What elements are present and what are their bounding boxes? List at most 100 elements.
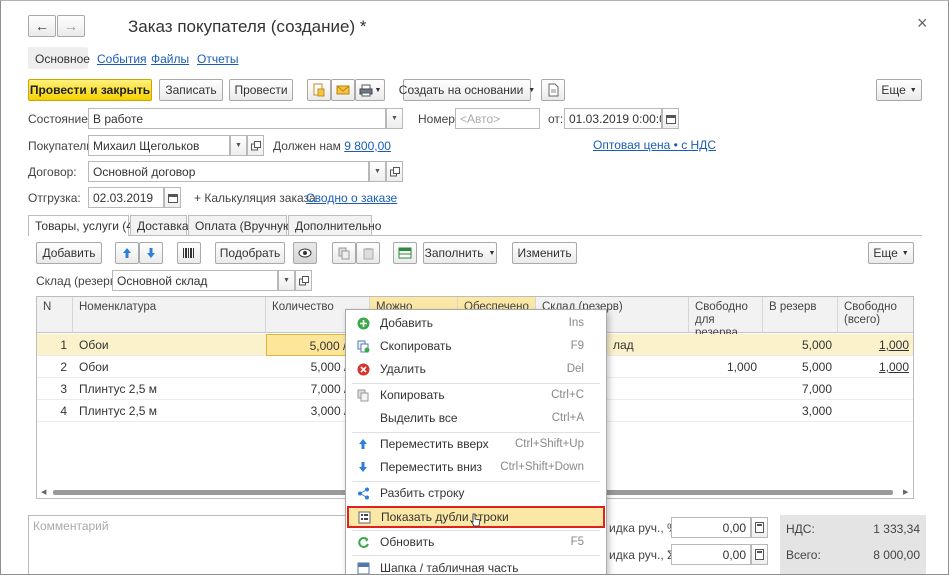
discount-pct-calc-button[interactable] [751, 517, 768, 538]
more-button[interactable]: Еще ▼ [876, 79, 922, 101]
comment-field[interactable]: Комментарий [28, 515, 348, 574]
page-title: Заказ покупателя (создание) * [128, 17, 367, 36]
post-button[interactable]: Провести [229, 79, 293, 101]
add-row-button[interactable]: Добавить [36, 242, 102, 264]
copy-rows-button[interactable] [332, 242, 356, 264]
warehouse-field[interactable]: Основной склад [112, 270, 278, 291]
tab-delivery[interactable]: Доставка [130, 215, 189, 235]
order-summary-link[interactable]: Сводно о заказе [306, 191, 397, 205]
table-more-button[interactable]: Еще ▼ [868, 242, 914, 264]
print-button[interactable]: ▼ [355, 79, 385, 101]
paste-icon [363, 247, 373, 259]
report-button[interactable] [541, 79, 565, 101]
state-field[interactable]: В работе [88, 108, 386, 129]
shipment-date-field[interactable]: 02.03.2019 [88, 187, 164, 208]
menu-item-refresh[interactable]: Обновить F5 [346, 531, 606, 553]
row-free-total-link[interactable]: 1,000 [838, 356, 913, 378]
nav-forward-button[interactable]: → [57, 15, 85, 37]
close-icon[interactable]: × [917, 13, 928, 34]
totals-panel: НДС: 1 333,34 Всего: 8 000,00 [780, 515, 926, 574]
manual-discount-sum-field[interactable]: 0,00 [671, 544, 751, 565]
tab-payment[interactable]: Оплата (Вручную) [188, 215, 296, 235]
contract-dropdown-button[interactable]: ▼ [369, 161, 386, 182]
row-free-total-link[interactable]: 1,000 [838, 334, 913, 356]
move-up-button[interactable] [115, 242, 139, 264]
contract-field[interactable]: Основной договор [88, 161, 369, 182]
menu-item-duplicate[interactable]: Скопировать F9 [346, 335, 606, 357]
row-item: Плинтус 2,5 м [79, 382, 158, 396]
discount-sum-calc-button[interactable] [751, 544, 768, 565]
envelope-icon [336, 85, 350, 95]
structure-button[interactable] [307, 79, 331, 101]
chevron-down-icon: ▼ [391, 115, 398, 122]
form-tab-reports[interactable]: Отчеты [197, 52, 238, 66]
number-field[interactable]: <Авто> [455, 108, 540, 129]
warehouse-dropdown-button[interactable]: ▼ [278, 270, 295, 291]
table-settings-button[interactable] [393, 242, 417, 264]
debt-value-link[interactable]: 9 800,00 [344, 139, 391, 153]
menu-item-label: Копировать [380, 388, 445, 402]
scroll-right-icon[interactable]: ▶ [903, 488, 911, 496]
calculator-icon [755, 549, 764, 560]
spreadsheet-icon [398, 247, 412, 259]
eye-icon [298, 248, 312, 258]
menu-item-move-down[interactable]: Переместить вниз Ctrl+Shift+Down [346, 456, 606, 478]
menu-item-header-table[interactable]: Шапка / табличная часть [346, 557, 606, 574]
create-based-on-button[interactable]: Создать на основании ▼ [399, 79, 535, 101]
column-header-item[interactable]: Номенклатура [73, 297, 266, 333]
column-header-free-for-reserve[interactable]: Свободно для резерва [689, 297, 763, 339]
row-free-total-link[interactable] [838, 400, 913, 422]
date-calendar-button[interactable] [662, 108, 679, 129]
menu-item-show-duplicates[interactable]: Показать дубли строки [347, 506, 605, 528]
post-and-close-button[interactable]: Провести и закрыть [28, 79, 152, 101]
column-header-n[interactable]: N [37, 297, 73, 333]
column-header-free-total[interactable]: Свободно (всего) [838, 297, 913, 333]
buyer-open-button[interactable] [247, 135, 264, 156]
state-dropdown-button[interactable]: ▼ [386, 108, 403, 129]
manual-discount-pct-field[interactable]: 0,00 [671, 517, 751, 538]
menu-item-move-up[interactable]: Переместить вверх Ctrl+Shift+Up [346, 433, 606, 455]
menu-item-copy[interactable]: Копировать Ctrl+C [346, 384, 606, 406]
date-field[interactable]: 01.03.2019 0:00:00 [564, 108, 662, 129]
pick-button[interactable]: Подобрать [215, 242, 285, 264]
menu-item-shortcut: F5 [570, 536, 584, 548]
price-type-link[interactable]: Оптовая цена • с НДС [593, 138, 716, 152]
document-structure-icon [313, 83, 325, 97]
menu-item-split-row[interactable]: Разбить строку [346, 482, 606, 504]
column-header-in-reserve[interactable]: В резерв [763, 297, 838, 333]
buyer-field[interactable]: Михаил Щегольков [88, 135, 230, 156]
warehouse-open-button[interactable] [295, 270, 312, 291]
row-warehouse [607, 400, 687, 422]
tab-additional[interactable]: Дополнительно [288, 215, 381, 235]
menu-item-label: Добавить [380, 316, 434, 330]
save-button[interactable]: Записать [159, 79, 223, 101]
calculator-icon [755, 522, 764, 533]
nav-back-button[interactable]: ← [28, 15, 56, 37]
total-label: Всего: [786, 548, 821, 562]
paste-rows-button[interactable] [356, 242, 380, 264]
arrow-up-icon [356, 437, 370, 451]
change-button[interactable]: Изменить [512, 242, 577, 264]
menu-item-add[interactable]: Добавить Ins [346, 312, 606, 334]
email-button[interactable] [331, 79, 355, 101]
row-free-total-link[interactable] [838, 378, 913, 400]
form-tab-main[interactable]: Основное [28, 47, 90, 69]
barcode-button[interactable] [177, 242, 201, 264]
row-number: 3 [60, 382, 67, 396]
tab-goods[interactable]: Товары, услуги (4) [28, 215, 137, 236]
state-label: Состояние: [28, 112, 92, 126]
move-down-button[interactable] [139, 242, 163, 264]
form-tab-files[interactable]: Файлы [151, 52, 189, 66]
buyer-dropdown-button[interactable]: ▼ [230, 135, 247, 156]
menu-item-delete[interactable]: Удалить Del [346, 358, 606, 380]
calculation-toggle[interactable]: + Калькуляция заказа [194, 191, 316, 205]
row-free-reserve [689, 334, 763, 356]
show-reserve-toggle[interactable] [293, 242, 317, 264]
scroll-left-icon[interactable]: ◀ [41, 488, 49, 496]
contract-open-button[interactable] [386, 161, 403, 182]
shipment-calendar-button[interactable] [164, 187, 181, 208]
form-tab-events[interactable]: События [97, 52, 147, 66]
fill-button[interactable]: Заполнить ▼ [423, 242, 497, 264]
menu-item-select-all[interactable]: Выделить все Ctrl+A [346, 407, 606, 429]
arrow-right-icon: → [64, 18, 78, 34]
